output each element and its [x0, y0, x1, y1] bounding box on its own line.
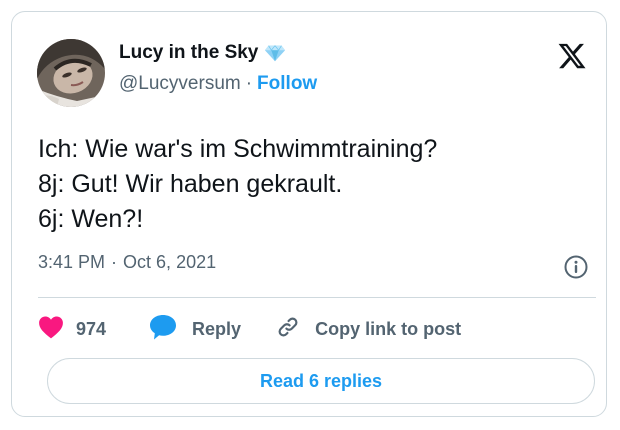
copy-link-label: Copy link to post: [315, 318, 462, 339]
display-name[interactable]: Lucy in the Sky: [119, 42, 258, 64]
copy-link-button[interactable]: Copy link to post: [275, 314, 461, 345]
avatar-photo: [37, 39, 105, 107]
tweet-line: 8j: Gut! Wir haben gekrault.: [38, 170, 343, 198]
like-button[interactable]: 974: [38, 315, 106, 344]
diamond-icon: [264, 42, 286, 64]
handle[interactable]: @Lucyversum: [119, 73, 241, 95]
timestamp[interactable]: 3:41 PM · Oct 6, 2021: [38, 252, 216, 273]
link-icon: [275, 314, 301, 345]
tweet-line: 6j: Wen?!: [38, 205, 144, 233]
divider: [38, 297, 596, 298]
info-icon[interactable]: [563, 254, 589, 280]
action-bar: 974 Reply Copy link to post: [38, 311, 461, 347]
follow-button[interactable]: Follow: [257, 73, 317, 95]
reply-button[interactable]: Reply: [148, 313, 241, 346]
speech-bubble-icon: [148, 313, 178, 346]
handle-separator: ·: [245, 73, 253, 94]
read-replies-button[interactable]: Read 6 replies: [47, 358, 595, 404]
tweet-line: Ich: Wie war's im Schwimmtraining?: [38, 135, 438, 163]
tweet-card: Lucy in the Sky @Lucyversum · Follow Ich…: [11, 11, 607, 417]
tweet-text: Ich: Wie war's im Schwimmtraining? 8j: G…: [38, 132, 588, 237]
timestamp-time: 3:41 PM: [38, 252, 106, 272]
timestamp-date: Oct 6, 2021: [123, 252, 217, 272]
reply-label: Reply: [192, 318, 242, 339]
name-row: Lucy in the Sky: [119, 42, 286, 64]
timestamp-separator: ·: [111, 252, 118, 272]
x-logo-icon[interactable]: [557, 41, 587, 71]
like-count: 974: [76, 318, 107, 339]
heart-icon: [38, 315, 64, 344]
avatar[interactable]: [37, 39, 105, 107]
handle-row: @Lucyversum · Follow: [119, 73, 317, 95]
